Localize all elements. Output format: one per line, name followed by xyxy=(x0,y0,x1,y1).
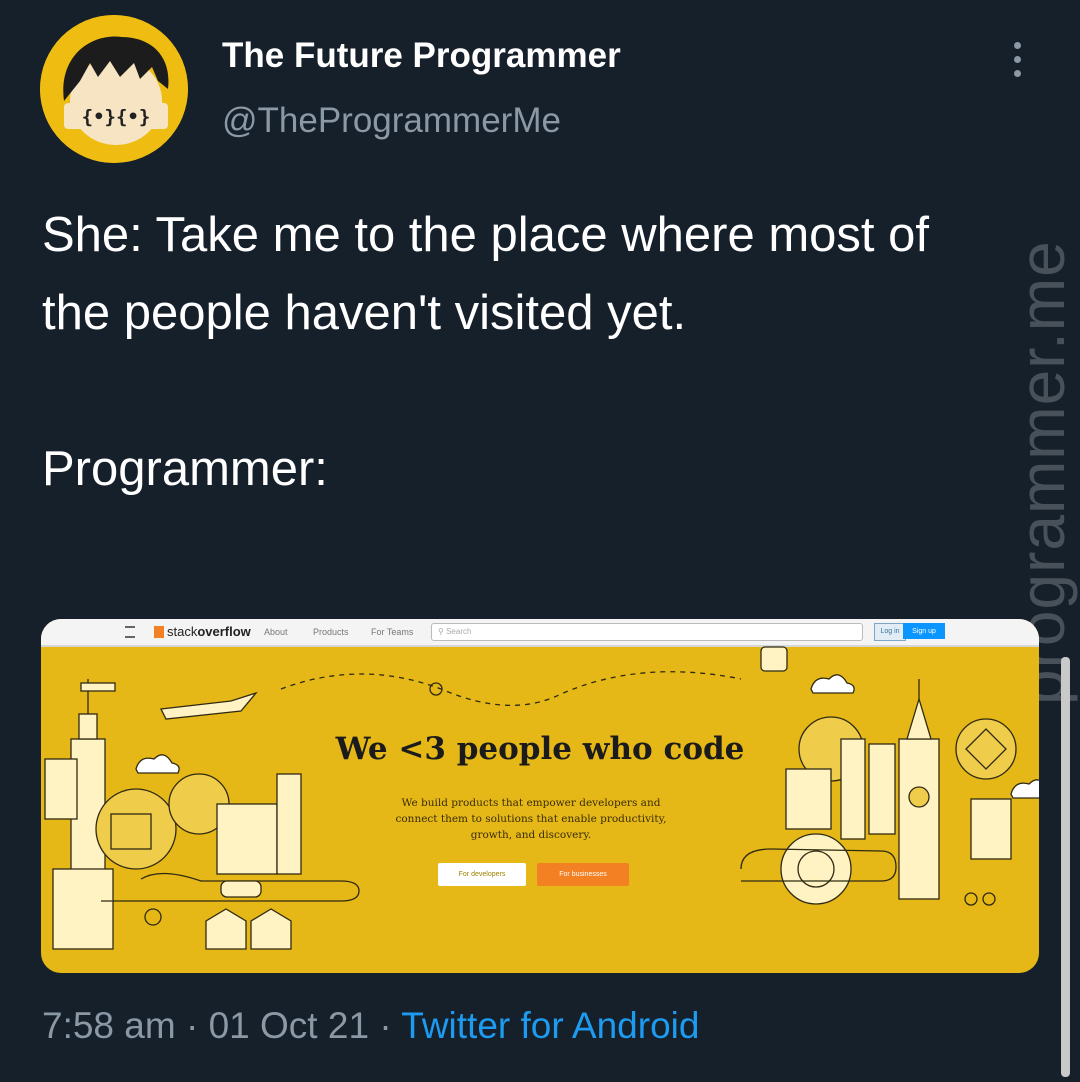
author-name[interactable]: The Future Programmer xyxy=(222,36,621,76)
tweet-time[interactable]: 7:58 am xyxy=(42,1005,176,1046)
avatar-glasses-text: {•}{•} xyxy=(82,106,151,128)
hero-title: We <3 people who code xyxy=(335,731,745,767)
scrollbar[interactable] xyxy=(1061,657,1070,1077)
meta-separator-2: · xyxy=(379,1005,392,1046)
avatar-illustration: {•}{•} xyxy=(40,15,188,163)
tweet-media-image[interactable]: stackoverflow About Products For Teams ⚲… xyxy=(41,619,1039,973)
for-developers-button: For developers xyxy=(438,863,526,886)
avatar[interactable]: {•}{•} xyxy=(40,15,188,163)
author-handle[interactable]: @TheProgrammerMe xyxy=(222,101,561,141)
hero-subtitle: We build products that empower developer… xyxy=(395,797,667,841)
tweet-text: She: Take me to the place where most of … xyxy=(42,196,962,508)
meta-separator: · xyxy=(185,1005,199,1046)
more-options-icon[interactable] xyxy=(1000,38,1036,82)
tweet-source-link[interactable]: Twitter for Android xyxy=(401,1005,699,1046)
tweet-date[interactable]: 01 Oct 21 xyxy=(209,1005,369,1046)
for-businesses-button: For businesses xyxy=(537,863,629,886)
tweet-meta: 7:58 am · 01 Oct 21 · Twitter for Androi… xyxy=(42,1005,699,1047)
tweet-line-programmer: Programmer: xyxy=(42,442,328,496)
tweet-line-she: She: Take me to the place where most of … xyxy=(42,208,930,340)
